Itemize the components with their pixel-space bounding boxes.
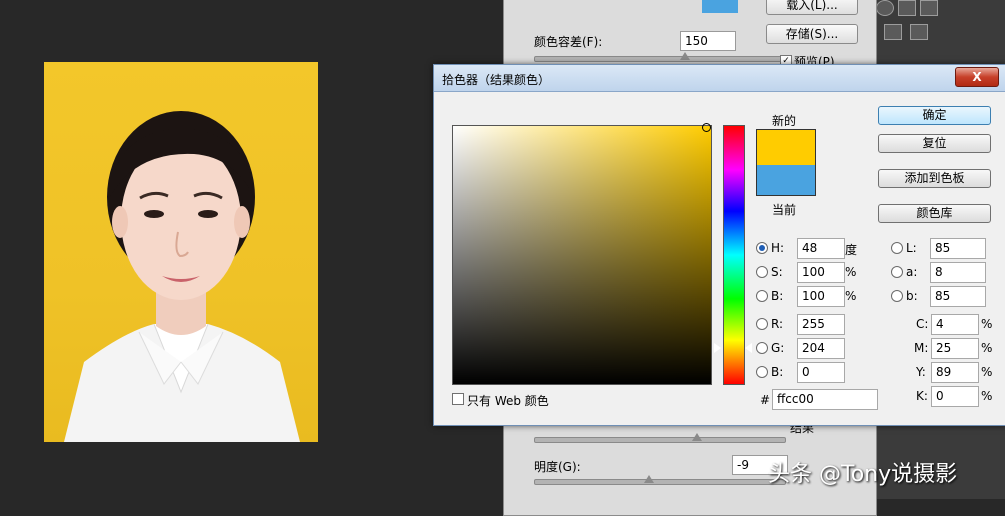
brightness-input[interactable]: 100 [797,286,845,307]
lab-l-radio[interactable] [891,242,903,254]
green-label: G: [771,341,785,355]
hue-unit: 度 [845,243,858,257]
magenta-unit: % [981,341,993,355]
tolerance-slider[interactable] [534,56,786,62]
black-unit: % [981,389,993,403]
lab-b-label: b: [906,289,918,303]
saturation-radio[interactable] [756,266,768,278]
dialog-title-bar[interactable]: 拾色器（结果颜色） X [434,65,1005,92]
lab-a-radio[interactable] [891,266,903,278]
lab-l-label: L: [906,241,917,255]
lab-a-input[interactable]: 8 [930,262,986,283]
black-label: K: [916,389,928,403]
yellow-input[interactable]: 89 [931,362,979,383]
red-radio[interactable] [756,318,768,330]
current-color-label: 当前 [772,203,797,217]
target-color-swatch[interactable] [702,0,738,13]
brightness-label: B: [771,289,784,303]
color-picker-dialog: 拾色器（结果颜色） X 新的 当前 确定 复位 添加到色板 颜色库 H: 48 … [433,64,1005,426]
magenta-label: M: [914,341,929,355]
web-only-checkbox[interactable] [452,393,464,405]
yellow-unit: % [981,365,993,379]
lab-l-input[interactable]: 85 [930,238,986,259]
reset-button[interactable]: 复位 [878,134,991,153]
cyan-unit: % [981,317,993,331]
hue-slider-right-arrow[interactable] [745,343,752,353]
black-input[interactable]: 0 [931,386,979,407]
dialog-title: 拾色器（结果颜色） [442,73,551,87]
blue-radio[interactable] [756,366,768,378]
red-input[interactable]: 255 [797,314,845,335]
red-label: R: [771,317,784,331]
portrait-photo [44,62,318,442]
web-only-label: 只有 Web 颜色 [467,394,549,408]
hex-hash-label: # [760,393,771,407]
hue-slider-left-arrow[interactable] [714,343,721,353]
color-libraries-button[interactable]: 颜色库 [878,204,991,223]
magenta-input[interactable]: 25 [931,338,979,359]
tolerance-label: 颜色容差(F): [534,35,603,49]
hue-slider[interactable] [723,125,745,385]
lab-b-radio[interactable] [891,290,903,302]
hex-input[interactable]: ffcc00 [772,389,878,410]
tolerance-input[interactable]: 150 [680,31,736,51]
new-color-swatch [756,129,816,166]
lightness-slider-thumb[interactable] [644,475,654,483]
hue-label: H: [771,241,785,255]
adjustment-icon[interactable] [876,0,894,16]
saturation-slider-thumb[interactable] [692,433,702,441]
mask-icon[interactable] [884,24,902,40]
color-field-marker[interactable] [702,123,711,132]
close-icon[interactable]: X [955,67,999,87]
green-input[interactable]: 204 [797,338,845,359]
saturation-unit: % [845,265,857,279]
new-color-label: 新的 [772,114,797,128]
lightness-label: 明度(G): [534,460,581,474]
load-button[interactable]: 载入(L)... [766,0,858,15]
lab-a-label: a: [906,265,918,279]
yellow-label: Y: [916,365,926,379]
current-color-swatch[interactable] [756,165,816,196]
saturation-slider[interactable] [534,437,786,443]
lab-b-input[interactable]: 85 [930,286,986,307]
watermark: 头条 @Tony说摄影 [768,462,958,487]
save-button[interactable]: 存储(S)... [766,24,858,44]
saturation-input[interactable]: 100 [797,262,845,283]
hue-input[interactable]: 48 [797,238,845,259]
lightness-slider[interactable] [534,479,786,485]
cyan-input[interactable]: 4 [931,314,979,335]
hue-radio[interactable] [756,242,768,254]
blue-label: B: [771,365,784,379]
add-to-swatches-button[interactable]: 添加到色板 [878,169,991,188]
green-radio[interactable] [756,342,768,354]
brightness-radio[interactable] [756,290,768,302]
grid-icon[interactable] [920,0,938,16]
blue-input[interactable]: 0 [797,362,845,383]
levels-icon[interactable] [898,0,916,16]
tolerance-slider-thumb[interactable] [680,52,690,60]
brightness-unit: % [845,289,857,303]
saturation-label: S: [771,265,783,279]
gradient-map-icon[interactable] [910,24,928,40]
cyan-label: C: [916,317,929,331]
color-field[interactable] [452,125,712,385]
ok-button[interactable]: 确定 [878,106,991,125]
